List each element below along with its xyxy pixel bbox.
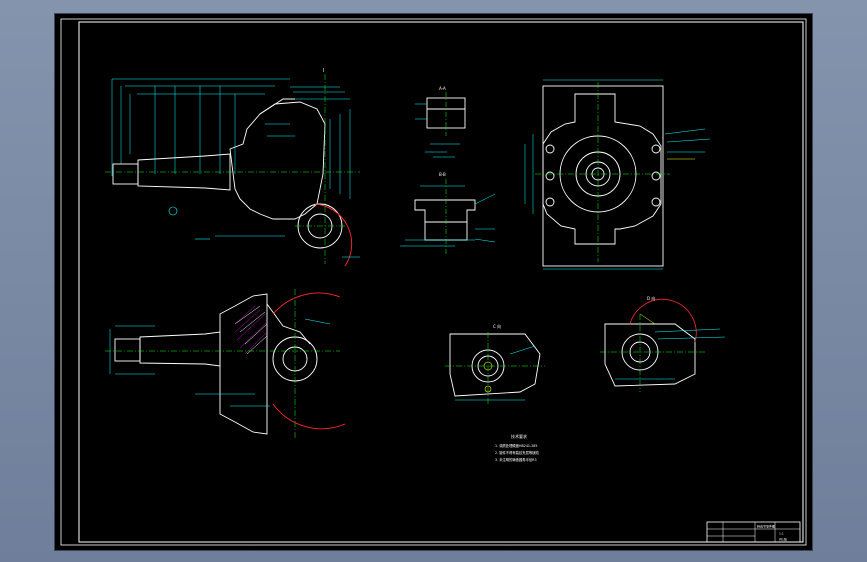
detail-view-c[interactable]: C 向 (445, 323, 545, 404)
main-view-label: I (323, 68, 324, 74)
section-b-label: B-B (439, 172, 446, 177)
tech-requirements-title: 技术要求 (511, 433, 527, 439)
title-block-sheet: 共1张 (779, 537, 787, 542)
roughness-symbol (168, 206, 178, 216)
detail-c-label: C 向 (493, 323, 501, 329)
main-view-outline (112, 98, 343, 249)
detail-view-d[interactable]: D 向 (600, 295, 726, 392)
tech-requirement-item: 1. 调质处理硬度HB241-285 (495, 443, 538, 448)
section-view-b[interactable]: B-B (400, 172, 496, 254)
tech-requirements: 技术要求 1. 调质处理硬度HB241-285 2. 锻件不得有裂纹夹层等缺陷 … (495, 433, 539, 462)
tech-requirement-item: 2. 锻件不得有裂纹夹层等缺陷 (495, 450, 539, 455)
section-view-bottom-left[interactable] (105, 289, 346, 439)
right-view[interactable] (524, 79, 711, 270)
sheet-inner-border (78, 21, 804, 543)
section-view-a[interactable]: A-A (415, 86, 466, 158)
main-view[interactable]: I (105, 68, 360, 267)
cad-application-window: I A-A B-B C 向 D 向 技术要求 1. 调质处理硬度HB241-28… (0, 0, 867, 562)
cad-drawing[interactable]: I A-A B-B C 向 D 向 技术要求 1. 调质处理硬度HB241-28… (55, 14, 812, 550)
tech-requirement-item: 3. 未注明的铸造圆角半径R3 (495, 457, 537, 462)
detail-d-label: D 向 (647, 295, 655, 301)
hatch-section (234, 305, 268, 355)
title-block-part-name: 转向节零件图 (757, 524, 775, 529)
drawing-viewport[interactable]: I A-A B-B C 向 D 向 技术要求 1. 调质处理硬度HB241-28… (55, 14, 812, 550)
title-block-scale: 1:1 (779, 532, 784, 536)
section-a-label: A-A (439, 86, 446, 91)
title-block: 转向节零件图 1:1 共1张 (706, 521, 801, 543)
